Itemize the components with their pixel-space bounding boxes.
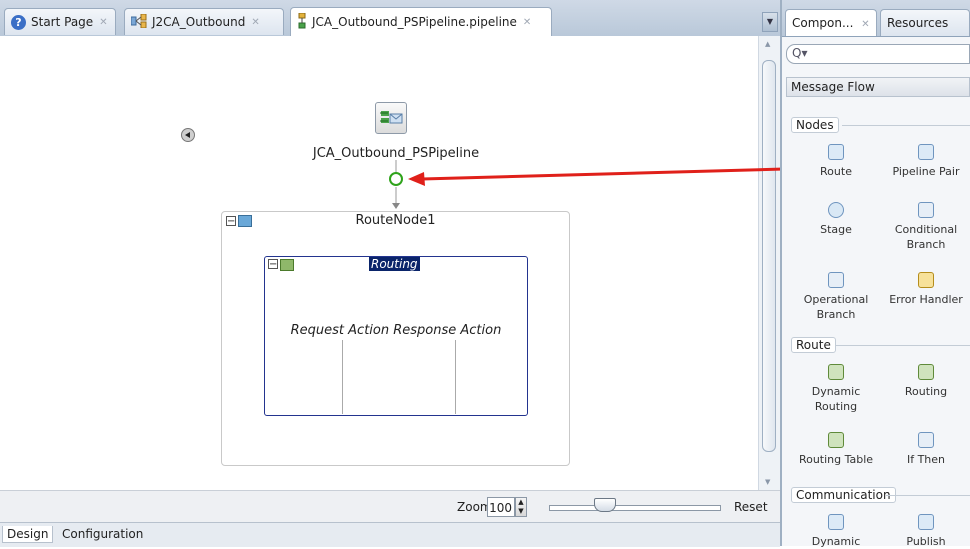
routing-label[interactable]: Routing (369, 257, 420, 271)
palette-search-input[interactable] (786, 44, 970, 64)
request-action-divider (342, 340, 343, 414)
dynamic-routing-icon (828, 364, 844, 380)
section-route[interactable]: Route (791, 337, 836, 353)
palette-item-label: Conditional Branch (894, 223, 958, 251)
if-then-icon (918, 432, 934, 448)
palette-item-route[interactable]: Route (792, 144, 880, 179)
palette-category-select[interactable]: Message Flow (786, 77, 970, 97)
stage-icon (828, 202, 844, 218)
routing-table-icon (828, 432, 844, 448)
section-divider (842, 125, 970, 126)
palette-item-dynamic-routing[interactable]: Dynamic Routing (792, 364, 880, 414)
pipeline-pair-icon (918, 144, 934, 160)
palette-item-pipeline-pair[interactable]: Pipeline Pair (882, 144, 970, 179)
tab-design[interactable]: Design (2, 526, 54, 543)
zoom-slider-thumb[interactable] (594, 498, 616, 512)
tab-resources[interactable]: Resources (880, 9, 970, 36)
palette-item-label: Publish (906, 535, 946, 548)
tab-configuration[interactable]: Configuration (58, 526, 147, 542)
palette-item-if-then[interactable]: If Then (882, 432, 970, 467)
collapse-icon[interactable]: − (268, 259, 278, 270)
tab-label: Compon... (792, 16, 854, 30)
palette-item-label: Error Handler (889, 293, 963, 306)
palette-item-stage[interactable]: Stage (792, 202, 880, 237)
zoom-input[interactable]: 100 (487, 497, 515, 517)
publish-icon (918, 514, 934, 530)
route-node-label: RouteNode1 (355, 213, 436, 228)
palette-item-routing[interactable]: Routing (882, 364, 970, 399)
response-action-divider (455, 340, 456, 414)
routing-action-icon (280, 259, 294, 271)
palette-item-routing-table[interactable]: Routing Table (792, 432, 880, 467)
operational-branch-icon (828, 272, 844, 288)
section-communication[interactable]: Communication (791, 487, 896, 503)
palette-item-error-handler[interactable]: Error Handler (882, 272, 970, 307)
error-handler-icon (918, 272, 934, 288)
route-icon (828, 144, 844, 160)
palette-item-label: Pipeline Pair (892, 165, 960, 178)
palette-item-label: Stage (820, 223, 852, 236)
palette-item-label: Operational Branch (803, 293, 869, 321)
palette-item-label: If Then (906, 453, 946, 466)
section-divider (836, 345, 970, 346)
routing-icon (918, 364, 934, 380)
palette-item-dynamic-publish[interactable]: Dynamic (792, 514, 880, 549)
search-icon[interactable]: Q▾ (792, 46, 807, 60)
tab-components[interactable]: Compon... ✕ (785, 9, 877, 36)
conditional-branch-icon (918, 202, 934, 218)
palette-item-label: Routing (904, 385, 948, 398)
section-divider (886, 495, 970, 496)
reset-zoom-button[interactable]: Reset (734, 500, 768, 514)
palette-item-label: Routing Table (798, 453, 874, 466)
drag-arrow (408, 167, 785, 186)
palette-item-label: Dynamic (811, 535, 861, 548)
request-response-actions: Request Action Response Action (290, 323, 502, 338)
palette-item-publish[interactable]: Publish (882, 514, 970, 549)
palette-item-label: Dynamic Routing (811, 385, 861, 413)
dynamic-publish-icon (828, 514, 844, 530)
close-icon[interactable]: ✕ (861, 19, 869, 30)
palette-item-operational-branch[interactable]: Operational Branch (792, 272, 880, 322)
zoom-spinner[interactable]: ▲ ▼ (515, 497, 527, 517)
palette-item-label: Route (820, 165, 852, 178)
section-nodes[interactable]: Nodes (791, 117, 839, 133)
zoom-slider[interactable] (549, 505, 721, 511)
palette-item-conditional-branch[interactable]: Conditional Branch (882, 202, 970, 252)
